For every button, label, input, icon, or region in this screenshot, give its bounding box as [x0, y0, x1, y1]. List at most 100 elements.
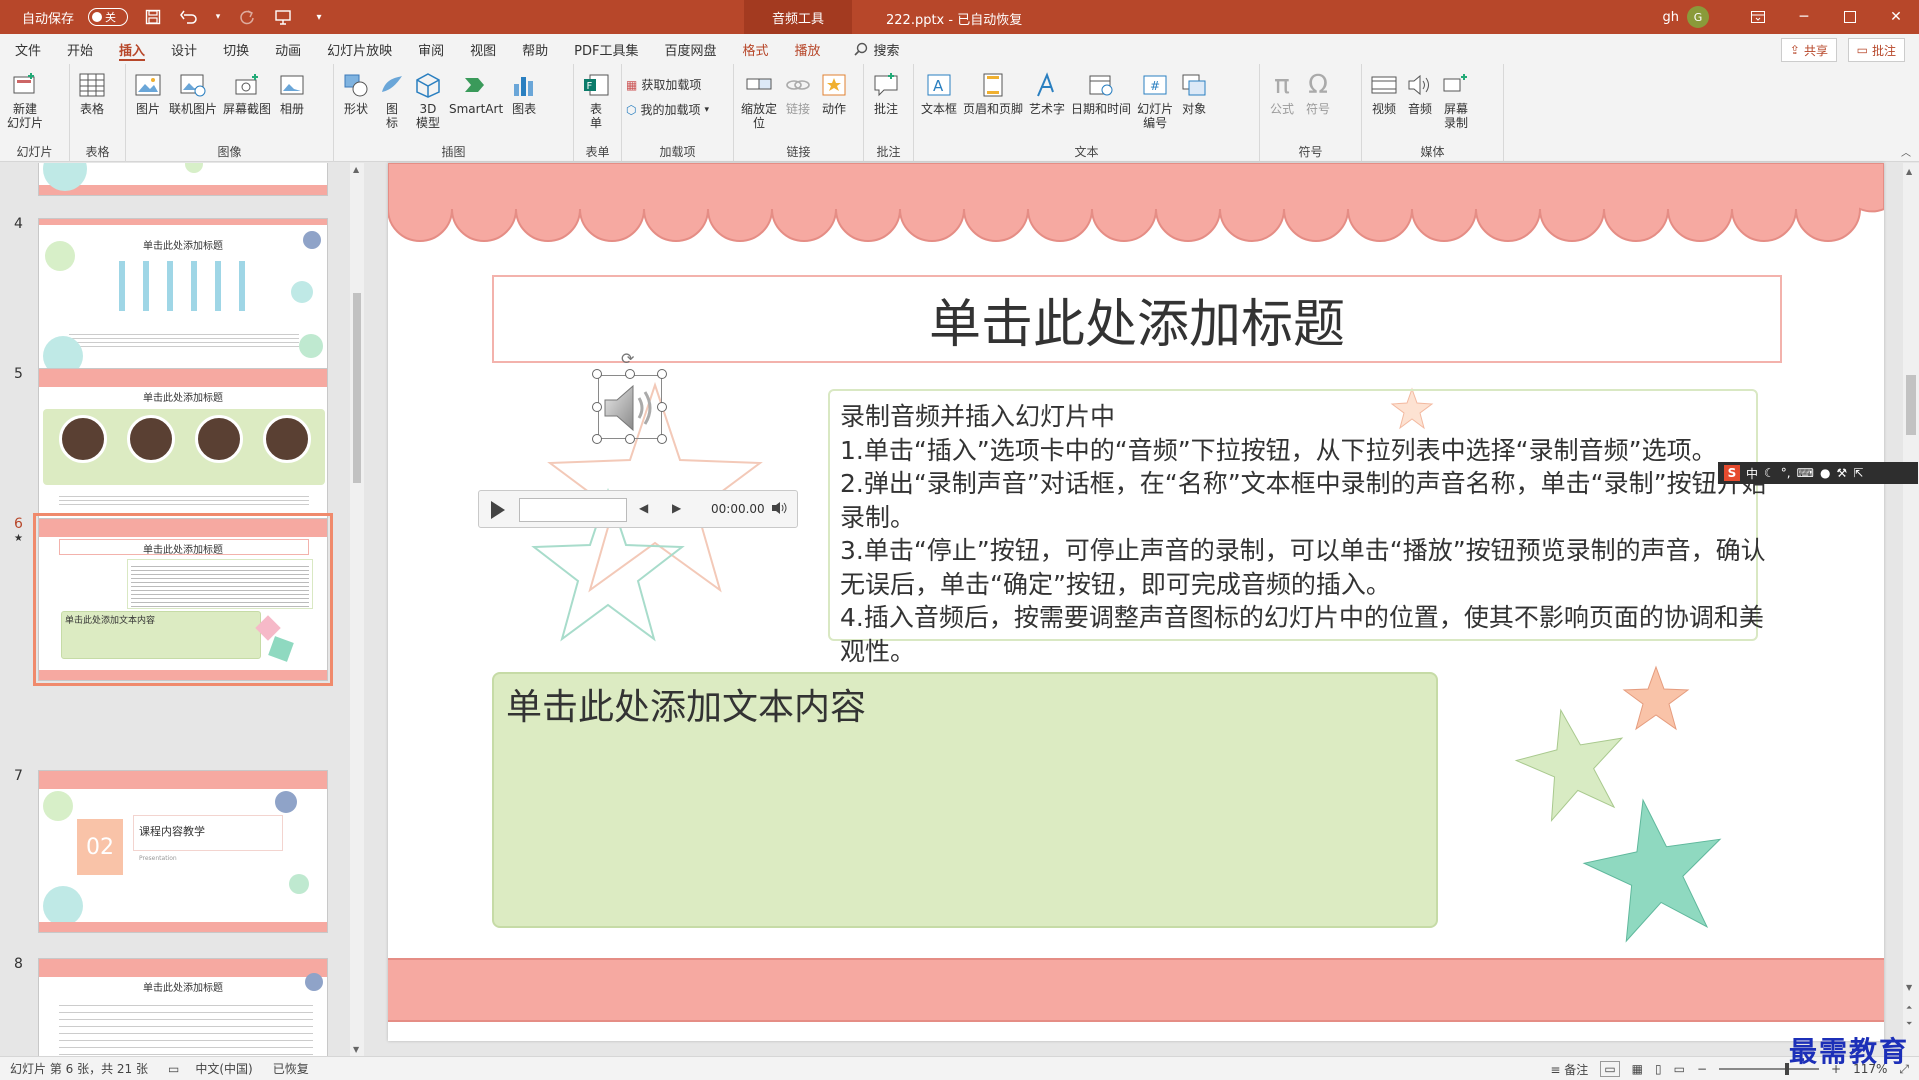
slide-canvas[interactable]: 单击此处添加标题 录制音频并插入幻灯片中 1.单击“插入”选项卡中的“音频”下拉…: [388, 163, 1884, 1041]
notes-icon: ≡: [1550, 1062, 1565, 1077]
collapse-ribbon-icon[interactable]: ︿: [1901, 144, 1911, 159]
content-text[interactable]: 录制音频并插入幻灯片中 1.单击“插入”选项卡中的“音频”下拉按钮，从下拉列表中…: [840, 400, 1780, 668]
resize-handle[interactable]: [592, 369, 602, 379]
present-icon[interactable]: [272, 6, 294, 28]
slide-thumbnail-7[interactable]: 02 课程内容教学 Presentation: [38, 770, 328, 933]
content-line: 录制音频并插入幻灯片中: [840, 402, 1116, 431]
table-icon: [77, 70, 107, 100]
search-box[interactable]: 搜索: [853, 40, 900, 59]
my-addins-button[interactable]: ⬡ 我的加载项 ▾: [626, 101, 709, 118]
ime-language[interactable]: 中: [1746, 465, 1758, 482]
tab-view[interactable]: 视图: [457, 34, 509, 64]
scroll-thumb[interactable]: [1906, 375, 1916, 435]
tab-help[interactable]: 帮助: [509, 34, 561, 64]
tab-playback[interactable]: 播放: [782, 34, 834, 64]
tab-format[interactable]: 格式: [730, 34, 782, 64]
undo-icon[interactable]: [178, 6, 200, 28]
undo-dropdown-icon[interactable]: ▾: [214, 6, 222, 28]
minimize-icon[interactable]: ─: [1781, 0, 1827, 34]
autosave-label: 自动保存: [22, 11, 75, 27]
scroll-up-icon[interactable]: ▲: [353, 165, 359, 174]
resize-handle[interactable]: [657, 402, 667, 412]
speaker-icon: [1405, 70, 1435, 100]
scroll-down-icon[interactable]: ▼: [353, 1045, 359, 1054]
resize-handle[interactable]: [625, 434, 635, 444]
normal-view-icon[interactable]: ▭: [1600, 1061, 1620, 1077]
punctuation-icon[interactable]: °,: [1781, 466, 1791, 480]
recovery-status: 已恢复: [272, 1062, 309, 1076]
ribbon-display-options-icon[interactable]: [1735, 0, 1781, 34]
moon-icon[interactable]: ☾: [1764, 466, 1775, 480]
customize-qat-icon[interactable]: ▾: [308, 6, 330, 28]
user-icon[interactable]: ●: [1820, 466, 1830, 480]
tab-review[interactable]: 审阅: [405, 34, 457, 64]
slide-thumbnail-4[interactable]: 单击此处添加标题: [38, 218, 328, 381]
tab-slideshow[interactable]: 幻灯片放映: [314, 34, 405, 64]
audio-tools-context-label: 音频工具: [744, 0, 852, 34]
audio-progress-bar[interactable]: [519, 498, 627, 522]
chart-icon: [509, 70, 539, 100]
thumbnails-scrollbar[interactable]: ▲ ▼: [350, 163, 364, 1056]
slide-thumbnail-6[interactable]: 单击此处添加标题 单击此处添加文本内容: [33, 513, 333, 686]
slide-thumbnails-pane: 4 单击此处添加标题 5 单击此处添加标题 6 ★ 单击此处添加标题 单击此处添…: [0, 163, 364, 1056]
slide-scrollbar[interactable]: ▲ ▼ ⏶ ⏷: [1903, 163, 1919, 1056]
zoom-out-icon[interactable]: −: [1697, 1062, 1707, 1076]
ime-toolbar[interactable]: S 中 ☾ °, ⌨ ● ⚒ ⇱: [1718, 462, 1918, 484]
smartart-icon: [461, 70, 491, 100]
svg-text:A: A: [933, 77, 944, 95]
wrench-icon[interactable]: ⚒: [1836, 466, 1847, 480]
slide-thumbnail-5[interactable]: 单击此处添加标题: [38, 368, 328, 531]
text-placeholder[interactable]: 单击此处添加文本内容: [506, 678, 866, 730]
scroll-down-icon[interactable]: ▼: [1906, 983, 1912, 992]
star-action-icon: [819, 70, 849, 100]
slide-thumbnail-8[interactable]: 单击此处添加标题: [38, 958, 328, 1056]
seek-forward-icon[interactable]: ▶︎: [672, 501, 681, 515]
tab-design[interactable]: 设计: [158, 34, 210, 64]
keyboard-icon[interactable]: ⌨: [1797, 466, 1814, 480]
spellcheck-icon[interactable]: ▭: [168, 1062, 179, 1076]
tab-home[interactable]: 开始: [54, 34, 106, 64]
tab-pdf-tools[interactable]: PDF工具集: [561, 34, 651, 64]
maximize-icon[interactable]: [1827, 0, 1873, 34]
resize-handle[interactable]: [592, 434, 602, 444]
play-icon[interactable]: [491, 501, 505, 519]
avatar[interactable]: G: [1687, 6, 1709, 28]
seek-back-icon[interactable]: ◀︎: [639, 501, 648, 515]
share-button[interactable]: ⇪ 共享: [1780, 38, 1837, 62]
comments-button[interactable]: ▭ 批注: [1847, 38, 1905, 62]
save-icon[interactable]: [142, 6, 164, 28]
slide-sorter-icon[interactable]: ▦: [1632, 1062, 1643, 1076]
audio-object[interactable]: [598, 375, 662, 439]
resize-handle[interactable]: [592, 402, 602, 412]
tab-file[interactable]: 文件: [2, 34, 54, 64]
get-addins-button[interactable]: ▦ 获取加载项: [626, 76, 709, 93]
group-text: A 文本框 页眉和页脚 艺术字 日期和时间 # 幻灯片 编号 对象 文本: [914, 64, 1260, 162]
resize-handle[interactable]: [657, 369, 667, 379]
volume-icon[interactable]: [771, 500, 789, 520]
tab-animations[interactable]: 动画: [262, 34, 314, 64]
slide-number: 8: [14, 956, 23, 972]
language-indicator[interactable]: 中文(中国): [195, 1060, 252, 1077]
slideshow-icon[interactable]: ▭: [1674, 1062, 1685, 1076]
user-name[interactable]: gh: [1663, 10, 1680, 25]
tab-baidu-netdisk[interactable]: 百度网盘: [651, 34, 729, 64]
scroll-up-icon[interactable]: ▲: [1906, 167, 1912, 176]
tab-insert[interactable]: 插入: [106, 34, 158, 64]
slide-thumbnail-3[interactable]: [38, 163, 328, 196]
next-slide-icon[interactable]: ⏷: [1906, 1019, 1912, 1029]
autosave-toggle[interactable]: 关: [88, 8, 129, 26]
close-icon[interactable]: ✕: [1873, 0, 1919, 34]
resize-handle[interactable]: [625, 369, 635, 379]
section-badge: 02: [77, 819, 123, 875]
redo-icon[interactable]: [236, 6, 258, 28]
expand-icon[interactable]: ⇱: [1853, 466, 1863, 480]
resize-handle[interactable]: [657, 434, 667, 444]
previous-slide-icon[interactable]: ⏶: [1906, 1003, 1912, 1013]
tab-transitions[interactable]: 切换: [210, 34, 262, 64]
reading-view-icon[interactable]: ▯: [1655, 1062, 1662, 1076]
rotate-handle-icon[interactable]: ⟳: [621, 349, 634, 368]
title-placeholder[interactable]: 单击此处添加标题: [492, 275, 1782, 363]
store-icon: ▦: [626, 77, 638, 92]
notes-button[interactable]: ≡ 备注: [1550, 1061, 1588, 1078]
scroll-thumb[interactable]: [353, 293, 361, 483]
